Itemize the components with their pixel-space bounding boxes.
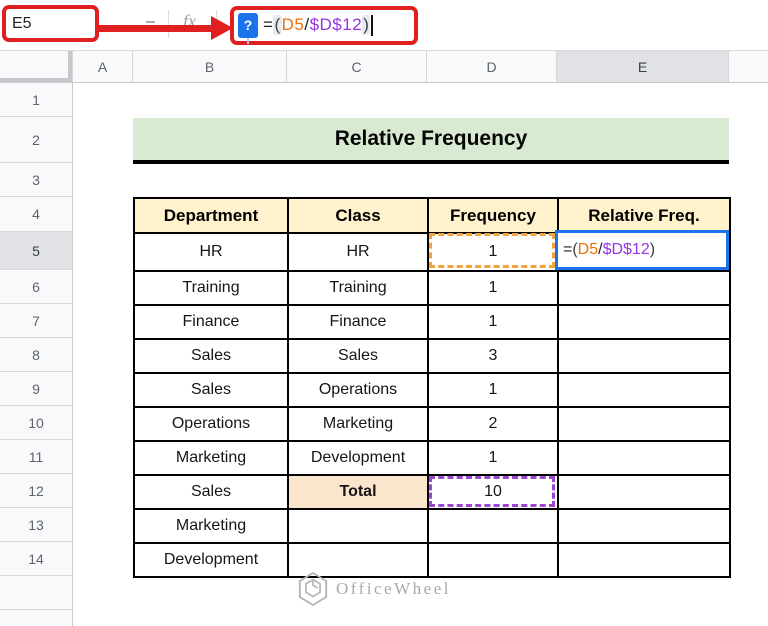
cell-e10[interactable] xyxy=(557,406,731,442)
toolbar-divider xyxy=(168,10,169,38)
cell-b6[interactable]: Training xyxy=(133,270,289,306)
cell-b14[interactable]: Development xyxy=(133,542,289,578)
cell-b7[interactable]: Finance xyxy=(133,304,289,340)
row-header-2[interactable]: 2 xyxy=(0,117,72,163)
table-header-class[interactable]: Class xyxy=(287,197,429,234)
cell-formula-close-paren: ) xyxy=(649,241,656,258)
cell-formula-ref-d12: $D$12 xyxy=(602,241,650,258)
row-header-10[interactable]: 10 xyxy=(0,406,72,440)
cell-c7[interactable]: Finance xyxy=(287,304,429,340)
help-icon[interactable]: ? xyxy=(238,12,258,44)
cell-d6[interactable]: 1 xyxy=(427,270,559,306)
row-header-8[interactable]: 8 xyxy=(0,338,72,372)
cell-e14[interactable] xyxy=(557,542,731,578)
cell-d7[interactable]: 1 xyxy=(427,304,559,340)
column-header-c[interactable]: C xyxy=(287,51,427,82)
row-header-12[interactable]: 12 xyxy=(0,474,72,508)
select-all-corner[interactable] xyxy=(0,51,73,82)
formula-token-close-paren: ) xyxy=(362,15,371,35)
cell-d11[interactable]: 1 xyxy=(427,440,559,476)
cell-total-label[interactable]: Total xyxy=(287,474,429,510)
cell-d5[interactable]: 1 xyxy=(427,232,559,272)
cell-b11[interactable]: Marketing xyxy=(133,440,289,476)
table-row: Sales Operations 1 xyxy=(133,372,731,408)
text-cursor xyxy=(371,14,374,36)
cell-c13[interactable] xyxy=(287,508,429,544)
sheet-title-cell[interactable]: Relative Frequency xyxy=(133,118,729,164)
column-header-e[interactable]: E xyxy=(557,51,729,82)
sheet-title: Relative Frequency xyxy=(334,127,528,150)
row-header-15-partial[interactable] xyxy=(0,576,72,610)
cell-e8[interactable] xyxy=(557,338,731,374)
row-header-5[interactable]: 5 xyxy=(0,232,72,270)
active-cell-editor-e5[interactable]: = ( D5 / $D$12 ) xyxy=(555,230,729,270)
table-header-row: Department Class Frequency Relative Freq… xyxy=(133,197,731,234)
cell-c11[interactable]: Development xyxy=(287,440,429,476)
annotation-arrow-head xyxy=(211,16,233,40)
cell-b9[interactable]: Sales xyxy=(133,372,289,408)
cell-e6[interactable] xyxy=(557,270,731,306)
cell-b12[interactable]: Sales xyxy=(133,474,289,510)
cell-c6[interactable]: Training xyxy=(287,270,429,306)
cell-c9[interactable]: Operations xyxy=(287,372,429,408)
cell-total-value[interactable]: 10 xyxy=(427,474,559,510)
column-header-d[interactable]: D xyxy=(427,51,557,82)
table-row: Operations Marketing 2 xyxy=(133,406,731,442)
cell-c8[interactable]: Sales xyxy=(287,338,429,374)
annotation-arrow-shaft xyxy=(96,25,213,32)
column-header-a[interactable]: A xyxy=(73,51,133,82)
cell-e7[interactable] xyxy=(557,304,731,340)
table-row: Sales Total 10 xyxy=(133,474,731,510)
cell-b10[interactable]: Operations xyxy=(133,406,289,442)
row-header-1[interactable]: 1 xyxy=(0,83,72,117)
cell-d13[interactable] xyxy=(427,508,559,544)
row-header-4[interactable]: 4 xyxy=(0,197,72,232)
row-header-9[interactable]: 9 xyxy=(0,372,72,406)
table-row: Finance Finance 1 xyxy=(133,304,731,340)
table-row: Training Training 1 xyxy=(133,270,731,306)
row-header-7[interactable]: 7 xyxy=(0,304,72,338)
cell-c5[interactable]: HR xyxy=(287,232,429,272)
formula-token-ref-d5: D5 xyxy=(281,15,305,34)
watermark: OfficeWheel xyxy=(297,571,451,607)
column-header-f-partial[interactable] xyxy=(729,51,768,82)
cell-e11[interactable] xyxy=(557,440,731,476)
cell-e9[interactable] xyxy=(557,372,731,408)
table-header-relative-freq[interactable]: Relative Freq. xyxy=(557,197,731,234)
cell-e12[interactable] xyxy=(557,474,731,510)
cell-b8[interactable]: Sales xyxy=(133,338,289,374)
cell-d9[interactable]: 1 xyxy=(427,372,559,408)
watermark-text: OfficeWheel xyxy=(336,579,451,598)
table-header-department[interactable]: Department xyxy=(133,197,289,234)
table-row: Marketing xyxy=(133,508,731,544)
row-header-strip: 1 2 3 4 5 6 7 8 9 10 11 12 13 14 xyxy=(0,83,73,626)
cell-b5[interactable]: HR xyxy=(133,232,289,272)
cell-d8[interactable]: 3 xyxy=(427,338,559,374)
table-header-frequency[interactable]: Frequency xyxy=(427,197,559,234)
table-row: Marketing Development 1 xyxy=(133,440,731,476)
formula-token-ref-d12: $D$12 xyxy=(309,15,363,34)
row-header-14[interactable]: 14 xyxy=(0,542,72,576)
name-box-value: E5 xyxy=(12,15,32,32)
column-header-b[interactable]: B xyxy=(133,51,287,82)
cell-formula-equals: = xyxy=(563,241,573,258)
column-header-strip: A B C D E xyxy=(0,50,768,83)
cell-formula-ref-d5: D5 xyxy=(577,241,599,258)
cell-e13[interactable] xyxy=(557,508,731,544)
formula-token-open-paren: ( xyxy=(273,15,282,35)
row-header-3[interactable]: 3 xyxy=(0,163,72,197)
officewheel-logo-icon xyxy=(298,571,328,607)
cell-b13[interactable]: Marketing xyxy=(133,508,289,544)
formula-toolbar: E5 – fx ? = ( D5 / $D$12 ) xyxy=(0,0,768,50)
formula-token-equals: = xyxy=(263,15,274,34)
row-header-13[interactable]: 13 xyxy=(0,508,72,542)
formula-input[interactable]: ? = ( D5 / $D$12 ) xyxy=(238,9,374,44)
name-box[interactable]: E5 xyxy=(12,10,90,38)
table-row: Sales Sales 3 xyxy=(133,338,731,374)
row-header-11[interactable]: 11 xyxy=(0,440,72,474)
cell-c10[interactable]: Marketing xyxy=(287,406,429,442)
row-header-6[interactable]: 6 xyxy=(0,270,72,304)
cell-d10[interactable]: 2 xyxy=(427,406,559,442)
